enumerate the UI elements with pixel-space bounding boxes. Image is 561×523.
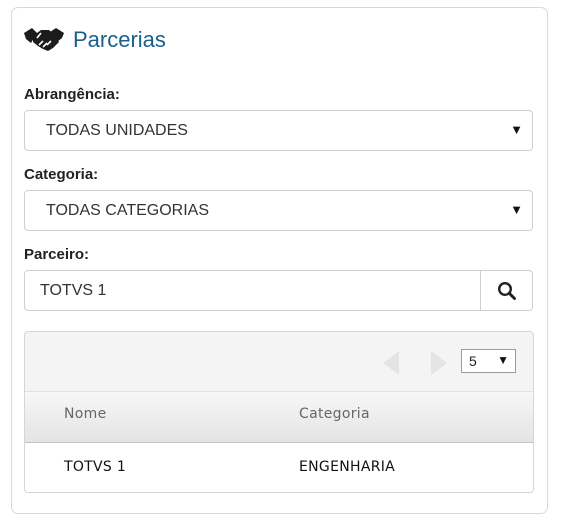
abrangencia-select[interactable]: TODAS UNIDADES ▼ <box>24 110 533 151</box>
table-row[interactable]: TOTVS 1 ENGENHARIA <box>25 443 533 492</box>
parceiro-input[interactable] <box>25 271 481 310</box>
page-size-select[interactable]: 5 ▼ <box>461 349 516 373</box>
dropdown-arrow-icon: ▼ <box>510 202 523 217</box>
column-header-nome[interactable]: Nome <box>64 406 107 422</box>
categoria-label: Categoria: <box>24 166 99 183</box>
cell-categoria: ENGENHARIA <box>299 459 396 475</box>
categoria-select[interactable]: TODAS CATEGORIAS ▼ <box>24 190 533 231</box>
categoria-selected-value: TODAS CATEGORIAS <box>46 202 209 219</box>
dropdown-arrow-icon: ▼ <box>510 122 523 137</box>
handshake-icon <box>23 24 65 56</box>
parceiro-label: Parceiro: <box>24 246 90 263</box>
search-icon <box>497 281 516 300</box>
prev-page-icon[interactable] <box>383 351 399 375</box>
column-header-categoria[interactable]: Categoria <box>299 406 370 422</box>
page-size-value: 5 <box>469 353 477 369</box>
grid-pager: 5 ▼ <box>25 332 533 392</box>
next-page-icon[interactable] <box>431 351 447 375</box>
abrangencia-label: Abrangência: <box>24 86 120 103</box>
cell-nome: TOTVS 1 <box>64 459 127 475</box>
parceiro-search <box>24 270 533 311</box>
grid-header: Nome Categoria <box>25 392 533 443</box>
abrangencia-selected-value: TODAS UNIDADES <box>46 122 188 139</box>
panel-title: Parcerias <box>73 27 166 52</box>
dropdown-arrow-icon: ▼ <box>497 353 509 367</box>
panel-header: Parcerias <box>23 24 166 56</box>
search-button[interactable] <box>480 271 532 310</box>
results-grid: 5 ▼ Nome Categoria TOTVS 1 ENGENHARIA <box>24 331 534 493</box>
